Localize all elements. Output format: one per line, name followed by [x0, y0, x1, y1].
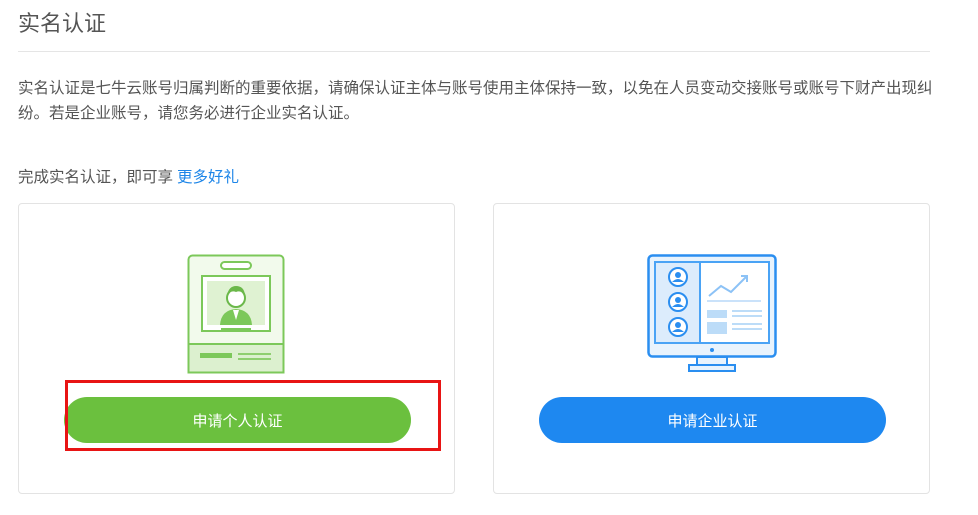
title-divider — [18, 51, 930, 52]
monitor-dashboard-icon — [647, 254, 777, 372]
page-title: 实名认证 — [18, 12, 107, 37]
benefit-text: 完成实名认证，即可享 — [18, 168, 174, 186]
personal-verification-card: 申请个人认证 — [18, 203, 455, 494]
verification-page: 实名认证 实名认证是七牛云账号归属判断的重要依据，请确保认证主体与账号使用主体保… — [0, 0, 978, 515]
enterprise-verification-card: 申请企业认证 — [493, 203, 930, 494]
id-badge-icon — [187, 254, 285, 374]
apply-enterprise-button[interactable]: 申请企业认证 — [539, 397, 886, 443]
apply-personal-button[interactable]: 申请个人认证 — [64, 397, 411, 443]
more-gifts-link[interactable]: 更多好礼 — [177, 168, 239, 186]
benefit-line: 完成实名认证，即可享 更多好礼 — [18, 165, 239, 189]
intro-text: 实名认证是七牛云账号归属判断的重要依据，请确保认证主体与账号使用主体保持一致，以… — [18, 79, 933, 122]
